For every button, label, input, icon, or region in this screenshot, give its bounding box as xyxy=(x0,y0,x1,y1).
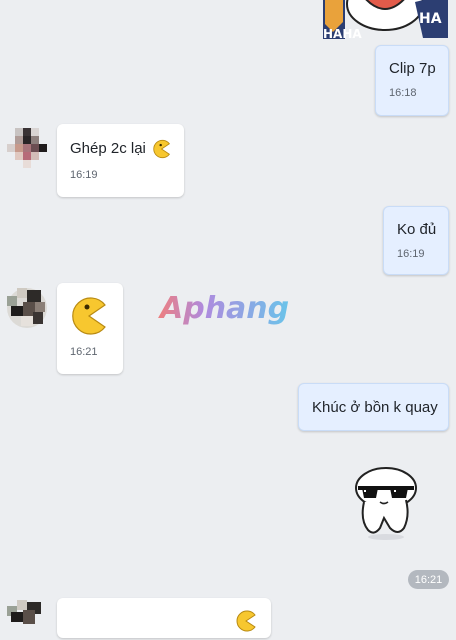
sticker-text-ha: HA xyxy=(419,11,442,27)
sticker-timestamp: 16:21 xyxy=(408,570,449,589)
pacman-emoji-icon xyxy=(72,297,106,335)
message-time: 16:18 xyxy=(389,87,417,99)
sticker-text-haha: HAHA xyxy=(323,27,362,41)
message-bubble-incoming[interactable] xyxy=(57,598,271,638)
contact-avatar[interactable] xyxy=(7,288,47,328)
message-text: Khúc ở bồn k quay xyxy=(312,399,438,416)
message-time: 16:21 xyxy=(70,346,98,358)
pacman-emoji-icon xyxy=(236,610,256,632)
contact-avatar[interactable] xyxy=(7,128,47,168)
contact-avatar[interactable] xyxy=(7,600,47,640)
watermark-text: Aphang xyxy=(158,291,289,326)
message-bubble-outgoing[interactable]: Ko đủ 16:19 xyxy=(383,206,449,275)
message-text: Clip 7p xyxy=(389,60,436,77)
message-bubble-outgoing[interactable]: Khúc ở bồn k quay xyxy=(298,383,449,431)
laughing-sticker: HAHA HA xyxy=(323,0,456,42)
message-bubble-incoming[interactable]: 16:21 xyxy=(57,283,123,374)
message-bubble-incoming[interactable]: Ghép 2c lại 16:19 xyxy=(57,124,184,197)
message-bubble-outgoing[interactable]: Clip 7p 16:18 xyxy=(375,45,449,116)
message-text: Ghép 2c lại xyxy=(70,140,146,157)
message-time: 16:19 xyxy=(397,248,425,260)
message-text: Ko đủ xyxy=(397,221,437,238)
sunglasses-sticker[interactable] xyxy=(350,466,422,542)
aphang-watermark: Aphang xyxy=(158,291,289,326)
pacman-emoji-icon xyxy=(153,139,170,159)
message-time: 16:19 xyxy=(70,169,98,181)
